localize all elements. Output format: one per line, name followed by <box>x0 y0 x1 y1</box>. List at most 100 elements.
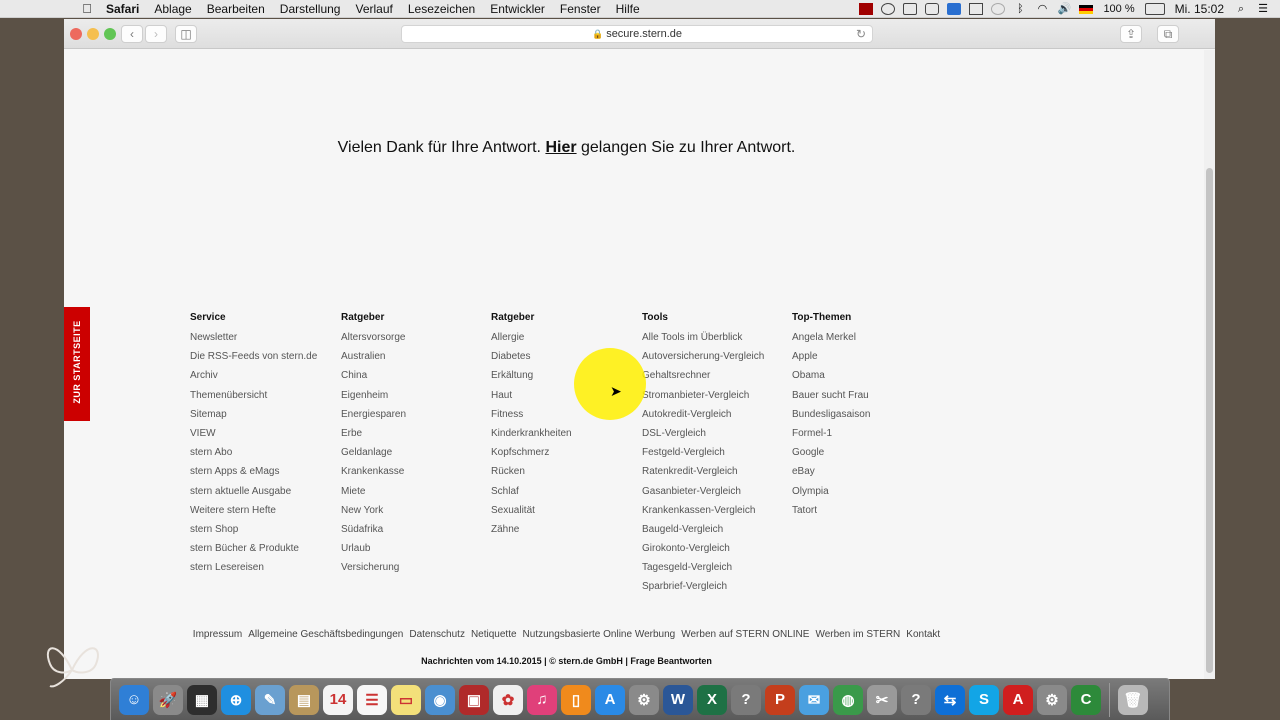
finder-icon[interactable]: ☺ <box>119 684 149 715</box>
share-icon[interactable]: ⇪ <box>1120 25 1142 43</box>
network-icon[interactable]: ◍ <box>833 684 863 715</box>
footer-link[interactable]: Krankenkasse <box>341 466 406 485</box>
menu-app-name[interactable]: Safari <box>106 2 139 16</box>
footer-link[interactable]: Diabetes <box>491 351 572 370</box>
footer-link[interactable]: Olympia <box>792 486 870 505</box>
battery-icon[interactable] <box>1144 3 1165 15</box>
powerpoint-icon[interactable]: P <box>765 684 795 715</box>
footer-link[interactable]: Tatort <box>792 505 870 524</box>
safari-icon[interactable]: ⊕ <box>221 684 251 715</box>
sync-icon[interactable] <box>881 3 896 15</box>
spotlight-search-icon[interactable]: ⌕ <box>1234 3 1248 15</box>
scrollbar-thumb[interactable] <box>1206 168 1213 673</box>
footer-link[interactable]: New York <box>341 505 406 524</box>
help-icon-2[interactable]: ? <box>901 684 931 715</box>
legal-link[interactable]: Nutzungsbasierte Online Werbung <box>523 629 676 640</box>
footer-link[interactable]: Australien <box>341 351 406 370</box>
menu-item-hilfe[interactable]: Hilfe <box>616 2 640 16</box>
compressor-icon[interactable]: ⚙ <box>1037 684 1067 715</box>
address-bar[interactable]: 🔒 secure.stern.de ↻ <box>401 25 873 43</box>
mission-control-icon[interactable]: ▦ <box>187 684 217 715</box>
calendar-icon[interactable]: 14 <box>323 684 353 715</box>
footer-link[interactable]: Erbe <box>341 428 406 447</box>
footer-link[interactable]: Newsletter <box>190 332 317 351</box>
footer-link[interactable]: Versicherung <box>341 562 406 581</box>
notes-icon[interactable]: ▤ <box>289 684 319 715</box>
footer-link[interactable]: Autokredit-Vergleich <box>642 409 764 428</box>
footer-link[interactable]: Themenübersicht <box>190 390 317 409</box>
footer-link[interactable]: Baugeld-Vergleich <box>642 524 764 543</box>
menu-item-darstellung[interactable]: Darstellung <box>280 2 341 16</box>
footer-link[interactable]: Krankenkassen-Vergleich <box>642 505 764 524</box>
acrobat-icon[interactable]: A <box>1003 684 1033 715</box>
footer-link[interactable]: Bauer sucht Frau <box>792 390 870 409</box>
time-machine-icon[interactable] <box>991 3 1006 15</box>
system-preferences-icon[interactable]: ⚙ <box>629 684 659 715</box>
help-icon[interactable]: ? <box>731 684 761 715</box>
footer-link[interactable]: Obama <box>792 370 870 389</box>
legal-link[interactable]: Impressum <box>193 629 242 640</box>
menu-item-entwickler[interactable]: Entwickler <box>490 2 545 16</box>
menu-item-fenster[interactable]: Fenster <box>560 2 601 16</box>
photos-icon[interactable]: ✿ <box>493 684 523 715</box>
footer-link[interactable]: Urlaub <box>341 543 406 562</box>
photo-app-icon[interactable]: ▣ <box>459 684 489 715</box>
skype-icon[interactable]: S <box>969 684 999 715</box>
footer-link[interactable]: Gehaltsrechner <box>642 370 764 389</box>
reload-icon[interactable]: ↻ <box>856 26 866 42</box>
preview-icon[interactable]: ✎ <box>255 684 285 715</box>
itunes-icon[interactable]: ♫ <box>527 684 557 715</box>
record-icon[interactable] <box>859 3 874 15</box>
footer-link[interactable]: Sitemap <box>190 409 317 428</box>
menu-clock[interactable]: Mi. 15:02 <box>1175 2 1224 16</box>
footer-link[interactable]: Schlaf <box>491 486 572 505</box>
bluetooth-icon[interactable]: ᛒ <box>1013 3 1027 15</box>
word-icon[interactable]: W <box>663 684 693 715</box>
legal-link[interactable]: Datenschutz <box>409 629 465 640</box>
app-store-icon[interactable]: A <box>595 684 625 715</box>
wifi-icon[interactable]: ◠ <box>1035 3 1049 15</box>
footer-link[interactable]: Erkältung <box>491 370 572 389</box>
footer-link[interactable]: Altersvorsorge <box>341 332 406 351</box>
footer-link[interactable]: Autoversicherung-Vergleich <box>642 351 764 370</box>
footer-link[interactable]: Allergie <box>491 332 572 351</box>
footer-link[interactable]: Energiesparen <box>341 409 406 428</box>
forward-button[interactable]: › <box>145 25 167 43</box>
legal-link[interactable]: Netiquette <box>471 629 517 640</box>
footer-link[interactable]: Eigenheim <box>341 390 406 409</box>
footer-link[interactable]: Kopfschmerz <box>491 447 572 466</box>
footer-link[interactable]: Kinderkrankheiten <box>491 428 572 447</box>
menu-item-lesezeichen[interactable]: Lesezeichen <box>408 2 475 16</box>
footer-link[interactable]: Alle Tools im Überblick <box>642 332 764 351</box>
footer-link[interactable]: Angela Merkel <box>792 332 870 351</box>
fullscreen-window-button[interactable] <box>104 28 116 40</box>
footer-link[interactable]: DSL-Vergleich <box>642 428 764 447</box>
footer-link[interactable]: stern Apps & eMags <box>190 466 317 485</box>
footer-link[interactable]: stern Shop <box>190 524 317 543</box>
messenger-icon[interactable]: ✉ <box>799 684 829 715</box>
footer-link[interactable]: Miete <box>341 486 406 505</box>
dropbox-icon[interactable] <box>903 3 918 15</box>
footer-link[interactable]: China <box>341 370 406 389</box>
footer-link[interactable]: Die RSS-Feeds von stern.de <box>190 351 317 370</box>
legal-link[interactable]: Kontakt <box>906 629 940 640</box>
footer-link[interactable]: Girokonto-Vergleich <box>642 543 764 562</box>
airplay-icon[interactable] <box>969 3 984 15</box>
reminders-icon[interactable]: ☰ <box>357 684 387 715</box>
utility-icon[interactable]: ✂ <box>867 684 897 715</box>
footer-link[interactable]: Google <box>792 447 870 466</box>
footer-link[interactable]: Sparbrief-Vergleich <box>642 581 764 600</box>
shield-icon[interactable] <box>925 3 940 15</box>
back-button[interactable]: ‹ <box>121 25 143 43</box>
menu-item-verlauf[interactable]: Verlauf <box>355 2 392 16</box>
footer-link[interactable]: Gasanbieter-Vergleich <box>642 486 764 505</box>
footer-link[interactable]: eBay <box>792 466 870 485</box>
menu-item-bearbeiten[interactable]: Bearbeiten <box>207 2 265 16</box>
excel-icon[interactable]: X <box>697 684 727 715</box>
legal-link[interactable]: Allgemeine Geschäftsbedingungen <box>248 629 403 640</box>
notification-center-icon[interactable]: ☰ <box>1256 3 1270 15</box>
footer-link[interactable]: Bundesligasaison <box>792 409 870 428</box>
footer-link[interactable]: Tagesgeld-Vergleich <box>642 562 764 581</box>
footer-link[interactable]: Zähne <box>491 524 572 543</box>
footer-link[interactable]: Stromanbieter-Vergleich <box>642 390 764 409</box>
